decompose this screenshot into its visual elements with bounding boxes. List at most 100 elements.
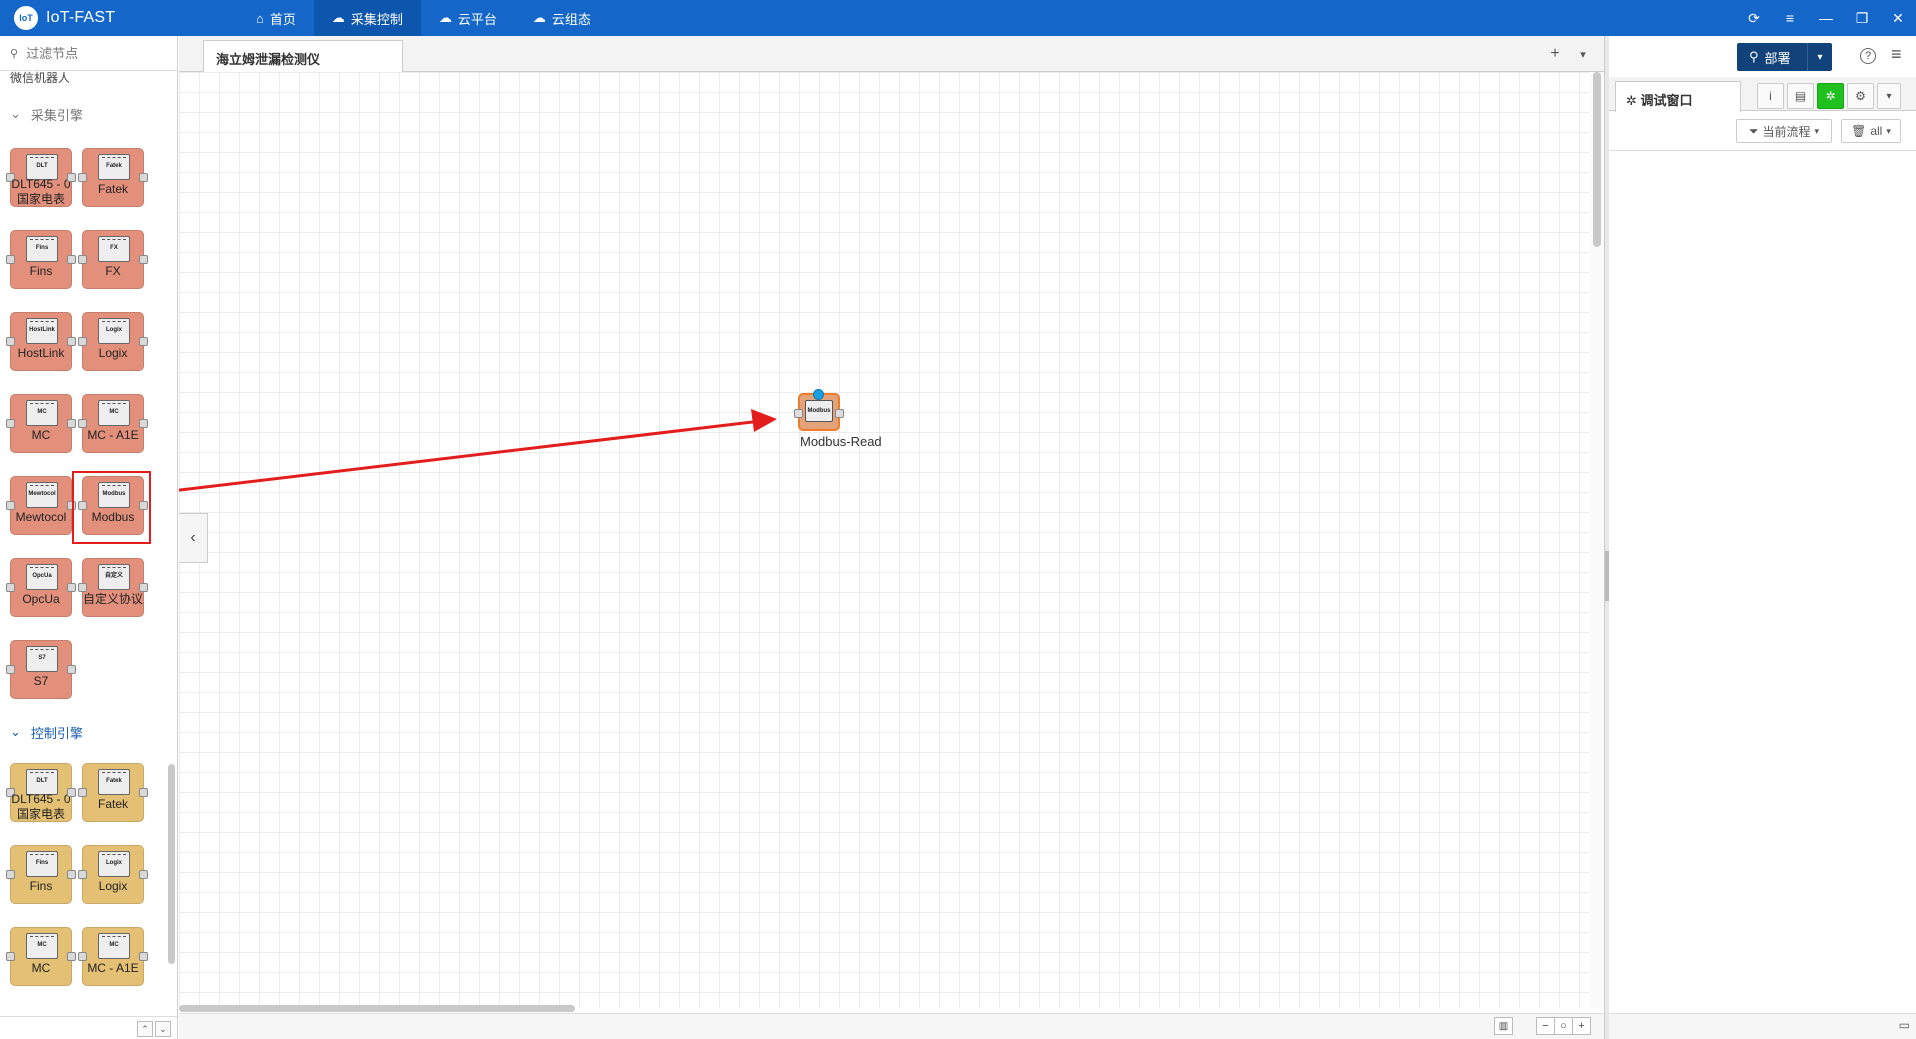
palette-node-label: OpcUa [11, 592, 71, 607]
canvas-vscrollbar[interactable] [1590, 72, 1604, 1008]
protocol-chip-icon: MC [98, 400, 130, 426]
tab-flow[interactable]: 海立姆泄漏检测仪 [203, 40, 403, 72]
section-collect-label: 采集引擎 [30, 107, 83, 123]
nav-cloud-config-label: 云组态 [551, 11, 591, 27]
node-input-port [6, 952, 15, 961]
zoom-reset-icon[interactable]: ○ [1554, 1017, 1573, 1035]
node-input-port [78, 583, 87, 592]
nav-cloud-config[interactable]: ☁ 云组态 [515, 0, 609, 36]
protocol-chip-icon: Logix [98, 318, 130, 344]
palette-node[interactable]: Logix Logix [78, 312, 148, 371]
home-icon: ⌂ [256, 10, 264, 26]
protocol-chip-icon: FX [98, 236, 130, 262]
navigator-icon[interactable]: ▥ [1494, 1017, 1513, 1035]
palette-node[interactable]: MC MC [6, 927, 76, 986]
protocol-chip-icon: Fins [26, 236, 58, 262]
vscroll-thumb[interactable] [1593, 72, 1601, 247]
book-icon[interactable]: ▤ [1787, 83, 1814, 109]
node-palette: ⚲ 微信机器人 ⌄ 采集引擎 DLTDLT645 - 0国家电表FatekFat… [0, 36, 178, 1039]
zoom-out-icon[interactable]: − [1536, 1017, 1555, 1035]
node-input-port[interactable] [794, 409, 803, 418]
palette-node-label: Fatek [83, 797, 143, 812]
node-input-port [78, 952, 87, 961]
palette-node[interactable]: DLT DLT645 - 0 国家电表 [6, 148, 76, 207]
palette-node[interactable]: DLT DLT645 - 0 国家电表 [6, 763, 76, 822]
palette-node-label: MC [11, 961, 71, 976]
node-input-port [78, 419, 87, 428]
zoom-in-icon[interactable]: + [1572, 1017, 1591, 1035]
palette-node-label-line1: MC - A1E [87, 961, 139, 975]
section-control-engine[interactable]: ⌄ 控制引擎 [10, 722, 83, 742]
palette-scrollbar[interactable] [168, 764, 175, 964]
node-output-port [139, 337, 148, 346]
node-output-port [67, 255, 76, 264]
protocol-chip-icon: 自定义 [98, 564, 130, 590]
debug-icon[interactable]: ✲ [1817, 83, 1844, 109]
flow-canvas[interactable]: Modbus Modbus-Read [179, 72, 1589, 1008]
filter-nodes-input[interactable] [24, 44, 165, 62]
protocol-chip-icon: MC [26, 933, 58, 959]
add-tab-icon[interactable]: + [1545, 44, 1565, 64]
more-tabs-icon[interactable]: ▾ [1877, 83, 1901, 109]
palette-node-label-line1: FX [105, 264, 121, 278]
palette-node-label-line2: 国家电表 [16, 807, 65, 821]
nav-cloud-platform[interactable]: ☁ 云平台 [421, 0, 515, 36]
maximize-icon[interactable]: ❐ [1844, 0, 1880, 36]
palette-node[interactable]: Mewtocol Mewtocol [6, 476, 76, 535]
nav-home[interactable]: ⌂ 首页 [238, 0, 314, 36]
node-input-port [6, 255, 15, 264]
collapse-all-icon[interactable]: ⌃ [137, 1021, 153, 1037]
modbus-chip-icon: Modbus [805, 400, 833, 422]
deploy-main[interactable]: ⚲ 部署 [1737, 48, 1807, 67]
refresh-icon[interactable]: ⟳ [1736, 0, 1772, 36]
expand-all-icon[interactable]: ⌄ [155, 1021, 171, 1037]
palette-node-label-line1: Fatek [97, 182, 128, 196]
nav-collect-control-label: 采集控制 [350, 11, 403, 27]
palette-node-label: Mewtocol [11, 510, 71, 525]
right-sidebar: ⚲ 部署 ▾ ? ≡ ✲ 调试窗口 i ▤ ✲ ⚙ ▾ ⏷ 当前流程 ▾ 🗑 a… [1609, 36, 1916, 1039]
palette-node[interactable]: MC MC - A1E [78, 927, 148, 986]
palette-node[interactable]: 自定义 自定义协议 [78, 558, 148, 617]
palette-node[interactable]: Fins Fins [6, 845, 76, 904]
minimize-icon[interactable]: — [1808, 0, 1844, 36]
help-icon[interactable]: ? [1860, 48, 1876, 64]
collapse-palette-button[interactable]: ‹ [179, 513, 208, 563]
protocol-chip-icon: S7 [26, 646, 58, 672]
main-menu-icon[interactable]: ≡ [1891, 44, 1902, 65]
palette-node-label: DLT645 - 0 国家电表 [11, 792, 71, 822]
node-output-port [139, 583, 148, 592]
deploy-dropdown-icon[interactable]: ▾ [1807, 43, 1832, 71]
palette-node[interactable]: FX FX [78, 230, 148, 289]
deploy-button[interactable]: ⚲ 部署 ▾ [1737, 43, 1832, 71]
palette-node[interactable]: HostLink HostLink [6, 312, 76, 371]
node-input-port [6, 337, 15, 346]
nav-collect-control[interactable]: ☁ 采集控制 [313, 0, 421, 36]
palette-item-partial: 微信机器人 [10, 71, 71, 85]
palette-node-label-line1: Logix [98, 346, 128, 360]
canvas-hscroll-thumb[interactable] [179, 1005, 575, 1012]
palette-node-label: FX [83, 264, 143, 279]
workspace-footer: ▥ − ○ + [179, 1013, 1605, 1039]
menu-icon[interactable]: ≡ [1772, 0, 1808, 36]
settings-icon[interactable]: ⚙ [1847, 83, 1874, 109]
search-icon: ⚲ [10, 47, 19, 60]
palette-node[interactable]: OpcUa OpcUa [6, 558, 76, 617]
palette-node[interactable]: Logix Logix [78, 845, 148, 904]
palette-node[interactable]: MC MC - A1E [78, 394, 148, 453]
info-icon[interactable]: i [1757, 83, 1784, 109]
monitor-icon[interactable]: ▭ [1899, 1018, 1910, 1032]
tab-debug-window[interactable]: ✲ 调试窗口 [1615, 81, 1741, 112]
palette-node[interactable]: S7 S7 [6, 640, 76, 699]
palette-node[interactable]: Fatek Fatek [78, 763, 148, 822]
flow-node-modbus-read[interactable]: Modbus [794, 389, 844, 431]
close-icon[interactable]: ✕ [1880, 0, 1916, 36]
tab-menu-icon[interactable]: ▾ [1573, 44, 1593, 64]
node-output-port[interactable] [835, 409, 844, 418]
clear-messages-select[interactable]: 🗑 all ▾ [1841, 119, 1901, 143]
flow-tabs: 海立姆泄漏检测仪 + ▾ [179, 36, 1605, 72]
filter-flow-select[interactable]: ⏷ 当前流程 ▾ [1736, 119, 1832, 143]
section-collect-engine[interactable]: ⌄ 采集引擎 [10, 104, 83, 124]
palette-node[interactable]: Fins Fins [6, 230, 76, 289]
palette-node[interactable]: Fatek Fatek [78, 148, 148, 207]
palette-node[interactable]: MC MC [6, 394, 76, 453]
